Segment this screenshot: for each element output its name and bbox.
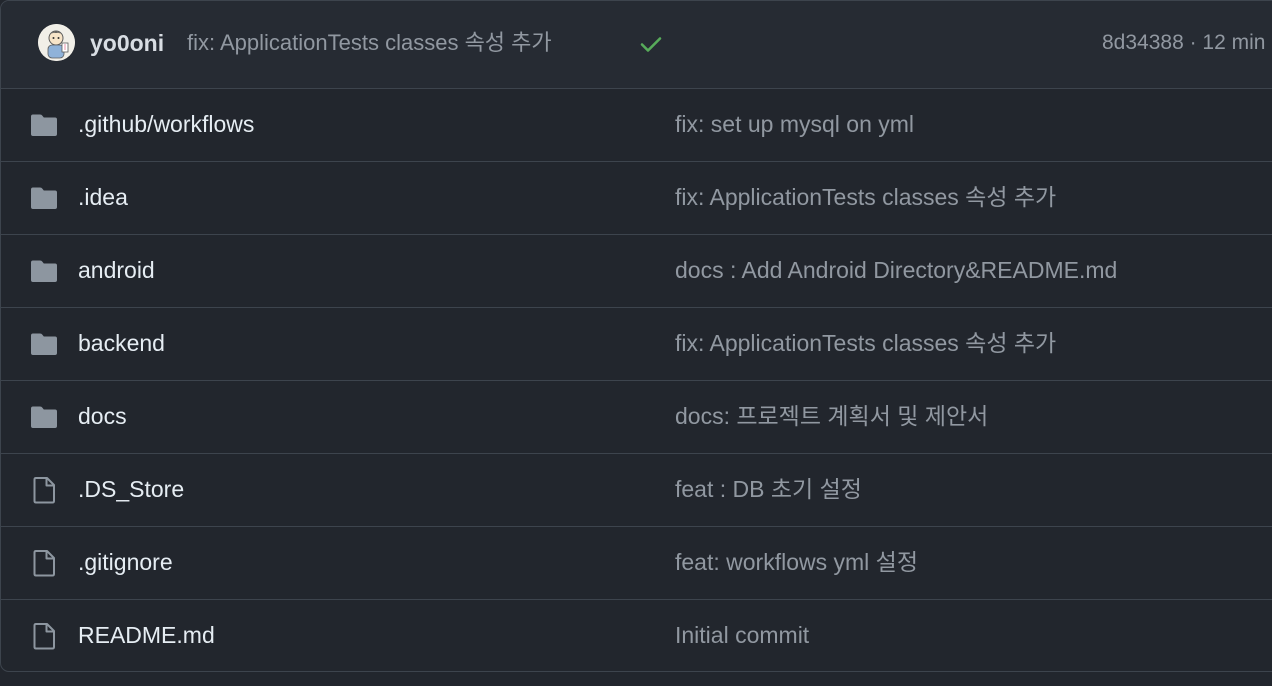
commit-hash-time[interactable]: 8d34388 · 12 min	[1102, 29, 1265, 57]
folder-icon	[29, 402, 59, 432]
file-name-link[interactable]: .github/workflows	[78, 109, 254, 139]
folder-icon	[29, 256, 59, 286]
file-icon	[29, 621, 59, 651]
avatar-image	[38, 24, 75, 61]
file-name-link[interactable]: README.md	[78, 620, 215, 650]
file-name-link[interactable]: backend	[78, 328, 165, 358]
file-row[interactable]: .DS_Store feat : DB 초기 설정	[1, 454, 1272, 527]
file-commit-message-link[interactable]: Initial commit	[675, 620, 809, 650]
file-name-link[interactable]: android	[78, 255, 155, 285]
file-row[interactable]: .github/workflows fix: set up mysql on ym…	[1, 89, 1272, 162]
file-commit-message-link[interactable]: fix: ApplicationTests classes 속성 추가	[675, 328, 1056, 358]
latest-commit-bar: yo0oni fix: ApplicationTests classes 속성 …	[1, 1, 1272, 89]
file-row[interactable]: .idea fix: ApplicationTests classes 속성 추가	[1, 162, 1272, 235]
file-browser: yo0oni fix: ApplicationTests classes 속성 …	[0, 0, 1272, 672]
commit-message[interactable]: fix: ApplicationTests classes 속성 추가	[187, 28, 552, 58]
file-name-link[interactable]: .DS_Store	[78, 474, 184, 504]
file-commit-message-link[interactable]: fix: ApplicationTests classes 속성 추가	[675, 182, 1056, 212]
avatar[interactable]	[38, 24, 75, 61]
file-row[interactable]: README.md Initial commit	[1, 600, 1272, 671]
file-row[interactable]: docs docs: 프로젝트 계획서 및 제안서	[1, 381, 1272, 454]
file-row[interactable]: backend fix: ApplicationTests classes 속성 …	[1, 308, 1272, 381]
file-row[interactable]: android docs : Add Android Directory&READ…	[1, 235, 1272, 308]
file-commit-message-link[interactable]: docs: 프로젝트 계획서 및 제안서	[675, 401, 988, 431]
file-commit-message-link[interactable]: feat : DB 초기 설정	[675, 474, 862, 504]
file-row[interactable]: .gitignore feat: workflows yml 설정	[1, 527, 1272, 600]
folder-icon	[29, 183, 59, 213]
file-commit-message-link[interactable]: fix: set up mysql on yml	[675, 109, 914, 139]
file-name-link[interactable]: docs	[78, 401, 127, 431]
file-commit-message-link[interactable]: docs : Add Android Directory&README.md	[675, 255, 1117, 285]
commit-author[interactable]: yo0oni	[90, 28, 164, 58]
file-name-link[interactable]: .idea	[78, 182, 128, 212]
file-icon	[29, 548, 59, 578]
folder-icon	[29, 329, 59, 359]
file-list: .github/workflows fix: set up mysql on ym…	[1, 89, 1272, 671]
check-icon[interactable]	[638, 31, 664, 57]
file-commit-message-link[interactable]: feat: workflows yml 설정	[675, 547, 918, 577]
file-icon	[29, 475, 59, 505]
folder-icon	[29, 110, 59, 140]
file-name-link[interactable]: .gitignore	[78, 547, 173, 577]
